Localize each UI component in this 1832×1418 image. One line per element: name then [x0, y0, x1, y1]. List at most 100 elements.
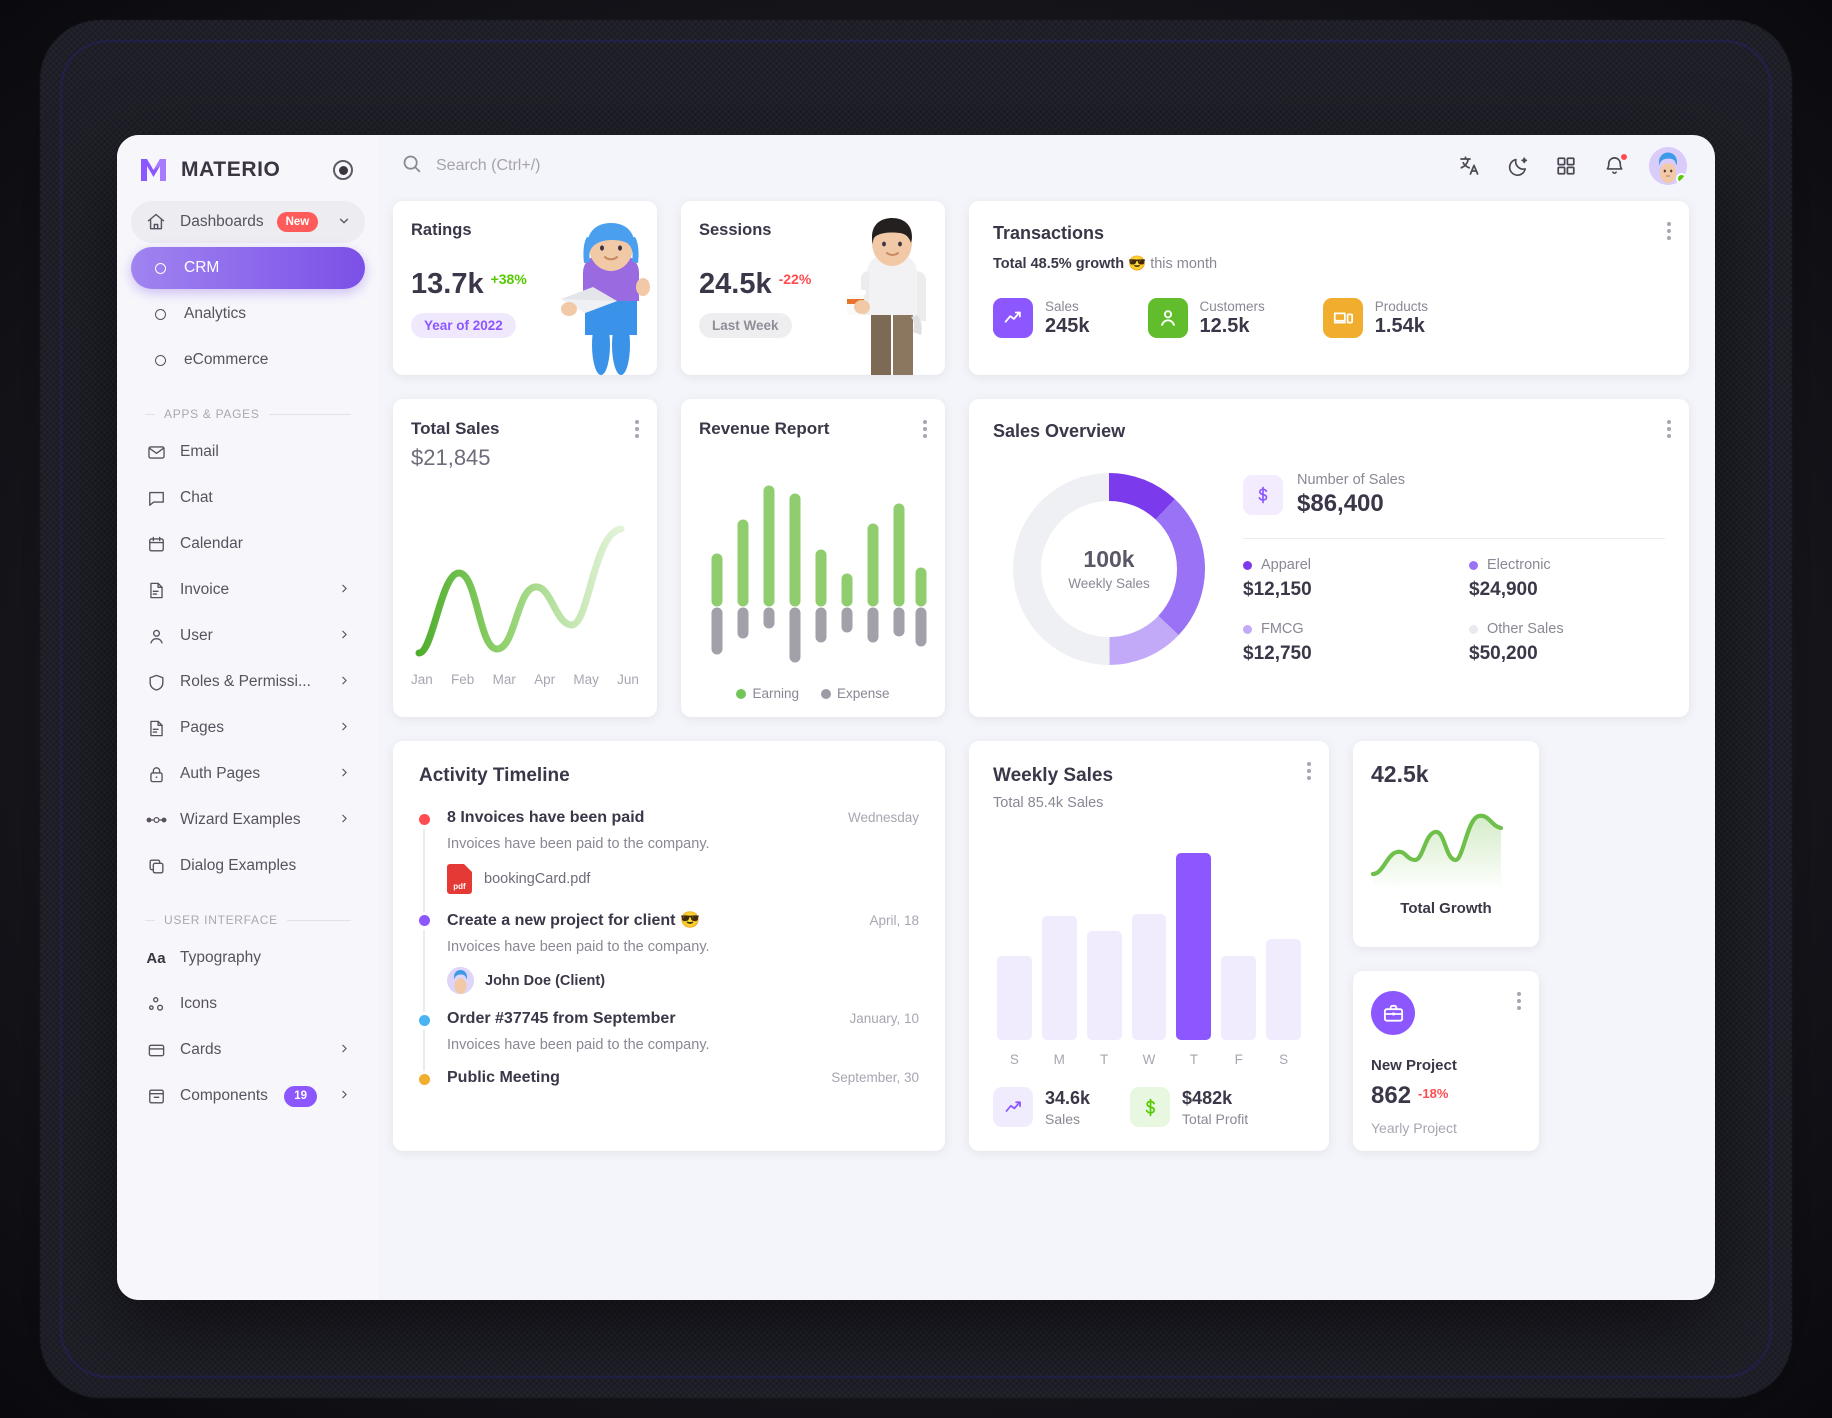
- number-of-sales-value: $86,400: [1297, 490, 1384, 517]
- chevron-right-icon[interactable]: [338, 628, 351, 644]
- sidebar-item-analytics[interactable]: Analytics: [131, 293, 365, 335]
- timeline-dot: [419, 1015, 430, 1026]
- category-value: $12,750: [1243, 643, 1312, 664]
- sidebar-item-roles-permissions[interactable]: Roles & Permissi...: [131, 661, 365, 703]
- timeline-desc: Invoices have been paid to the company.: [447, 836, 710, 852]
- sales-overview-donut-chart: 100k Weekly Sales: [1013, 472, 1205, 665]
- sidebar-item-label: Analytics: [184, 305, 247, 322]
- sidebar-item-wizard-examples[interactable]: Wizard Examples: [131, 799, 365, 841]
- screenshot-stage: MATERIO Dashboards New CRM Analytics eCo…: [0, 0, 1832, 1418]
- sessions-pill: Last Week: [699, 313, 792, 338]
- sidebar-item-typography[interactable]: Aa Typography: [131, 937, 365, 979]
- radio-pin-icon[interactable]: [333, 160, 353, 180]
- bar-column: W: [1131, 914, 1167, 1067]
- ratings-card: Ratings 13.7k +38% Year of 2022: [393, 201, 657, 375]
- caption-text: APPS & PAGES: [164, 407, 260, 421]
- timeline-attachment[interactable]: pdf bookingCard.pdf: [447, 864, 919, 894]
- card-title: Total Sales: [411, 419, 500, 438]
- moon-icon[interactable]: [1505, 153, 1531, 179]
- new-project-menu-icon[interactable]: [1517, 989, 1521, 1013]
- sidebar-caption-user-interface: USER INTERFACE: [131, 891, 365, 937]
- chevron-right-icon[interactable]: [338, 1088, 351, 1104]
- sidebar-item-label: CRM: [184, 259, 220, 276]
- chevron-right-icon[interactable]: [338, 766, 351, 782]
- sidebar-item-icons[interactable]: Icons: [131, 983, 365, 1025]
- attachment-name: bookingCard.pdf: [484, 871, 591, 887]
- bar-column: S: [997, 956, 1032, 1067]
- chevron-right-icon[interactable]: [338, 674, 351, 690]
- translate-icon[interactable]: [1457, 153, 1483, 179]
- sales-overview-body: 100k Weekly Sales Number of Sales $86,40…: [993, 442, 1665, 695]
- timeline-time: September, 30: [831, 1070, 919, 1085]
- chevron-down-icon[interactable]: [337, 214, 351, 231]
- sidebar-item-components[interactable]: Components 19: [131, 1075, 365, 1117]
- timeline-dot: [419, 1074, 430, 1085]
- chevron-right-icon[interactable]: [338, 812, 351, 828]
- revenue-report-legend: Earning Expense: [699, 686, 927, 701]
- sales-overview-details: Number of Sales $86,400 Apparel $12,150: [1229, 472, 1665, 665]
- dollar-icon: [1130, 1087, 1171, 1127]
- avatar[interactable]: [1649, 147, 1687, 185]
- weekly-stat-sales: 34.6k Sales: [993, 1087, 1090, 1127]
- dashboard-grid: Ratings 13.7k +38% Year of 2022 Sessions…: [379, 197, 1715, 1300]
- sidebar-item-crm[interactable]: CRM: [131, 247, 365, 289]
- sidebar-item-ecommerce[interactable]: eCommerce: [131, 339, 365, 381]
- search-bar[interactable]: [401, 153, 1443, 179]
- stat-label: Sales: [1045, 298, 1079, 314]
- right-column: 42.5k Total Growth New Project 862 -18% …: [1353, 741, 1539, 1151]
- category-fmcg: FMCG $12,750: [1243, 621, 1439, 665]
- stat-label: Total Profit: [1182, 1110, 1249, 1127]
- chevron-right-icon[interactable]: [338, 1042, 351, 1058]
- sidebar-item-cards[interactable]: Cards: [131, 1029, 365, 1071]
- total-sales-month-labels: Jan Feb Mar Apr May Jun: [411, 672, 639, 687]
- category-apparel: Apparel $12,150: [1243, 557, 1439, 601]
- sidebar-item-calendar[interactable]: Calendar: [131, 523, 365, 565]
- sidebar-item-auth-pages[interactable]: Auth Pages: [131, 753, 365, 795]
- chevron-right-icon[interactable]: [338, 720, 351, 736]
- sidebar-item-label: User: [180, 627, 213, 644]
- bell-icon[interactable]: [1601, 152, 1629, 179]
- sidebar-item-user[interactable]: User: [131, 615, 365, 657]
- sidebar-item-invoice[interactable]: Invoice: [131, 569, 365, 611]
- new-badge: New: [276, 212, 319, 232]
- row-bottom: Activity Timeline 8 Invoices have been p…: [393, 741, 1689, 1151]
- sidebar-item-label: Dashboards: [180, 213, 264, 230]
- x-tick: T: [1100, 1052, 1109, 1067]
- card-title: Weekly Sales: [993, 765, 1114, 786]
- components-count-badge: 19: [284, 1085, 317, 1107]
- revenue-report-menu-icon[interactable]: [923, 417, 927, 441]
- x-tick: F: [1234, 1052, 1243, 1067]
- sidebar-item-email[interactable]: Email: [131, 431, 365, 473]
- new-project-value: 862: [1371, 1082, 1412, 1109]
- sidebar-item-pages[interactable]: Pages: [131, 707, 365, 749]
- transactions-stat-products: Products 1.54k: [1322, 298, 1428, 338]
- sales-overview-menu-icon[interactable]: [1667, 417, 1671, 441]
- category-label: FMCG: [1261, 621, 1304, 637]
- timeline-item: Order #37745 from September January, 10 …: [419, 1010, 919, 1071]
- timeline-title: Create a new project for client 😎: [447, 912, 700, 929]
- timeline-dot: [419, 915, 430, 926]
- sidebar-item-dialog-examples[interactable]: Dialog Examples: [131, 845, 365, 887]
- search-input[interactable]: [436, 157, 756, 175]
- total-sales-menu-icon[interactable]: [635, 417, 639, 441]
- revenue-report-bar-chart: [711, 485, 927, 663]
- transactions-growth: Total 48.5% growth: [993, 256, 1125, 272]
- stat-value: 1.54k: [1374, 314, 1425, 337]
- materio-logo-icon: [141, 159, 166, 181]
- grid-apps-icon[interactable]: [1553, 153, 1579, 179]
- total-growth-area-chart: [1371, 813, 1504, 886]
- chevron-right-icon[interactable]: [338, 582, 351, 598]
- sidebar-item-chat[interactable]: Chat: [131, 477, 365, 519]
- row-middle: Total Sales $21,845 Jan Feb Mar Apr May …: [393, 399, 1689, 717]
- bar-column: T: [1176, 853, 1212, 1067]
- new-project-caption: Yearly Project: [1371, 1120, 1457, 1136]
- legend-item-expense: Expense: [821, 686, 890, 701]
- legend-dot: [1243, 624, 1252, 634]
- sessions-delta: -22%: [778, 271, 812, 287]
- sidebar-item-dashboards[interactable]: Dashboards New: [131, 201, 365, 243]
- transactions-menu-icon[interactable]: [1667, 219, 1671, 243]
- weekly-sales-menu-icon[interactable]: [1307, 759, 1311, 783]
- sales-overview-card: Sales Overview 100k Weekly Sales Number …: [969, 399, 1689, 717]
- donut-center-value: 100k: [1083, 546, 1135, 572]
- donut-center-label: 100k Weekly Sales: [1013, 473, 1205, 665]
